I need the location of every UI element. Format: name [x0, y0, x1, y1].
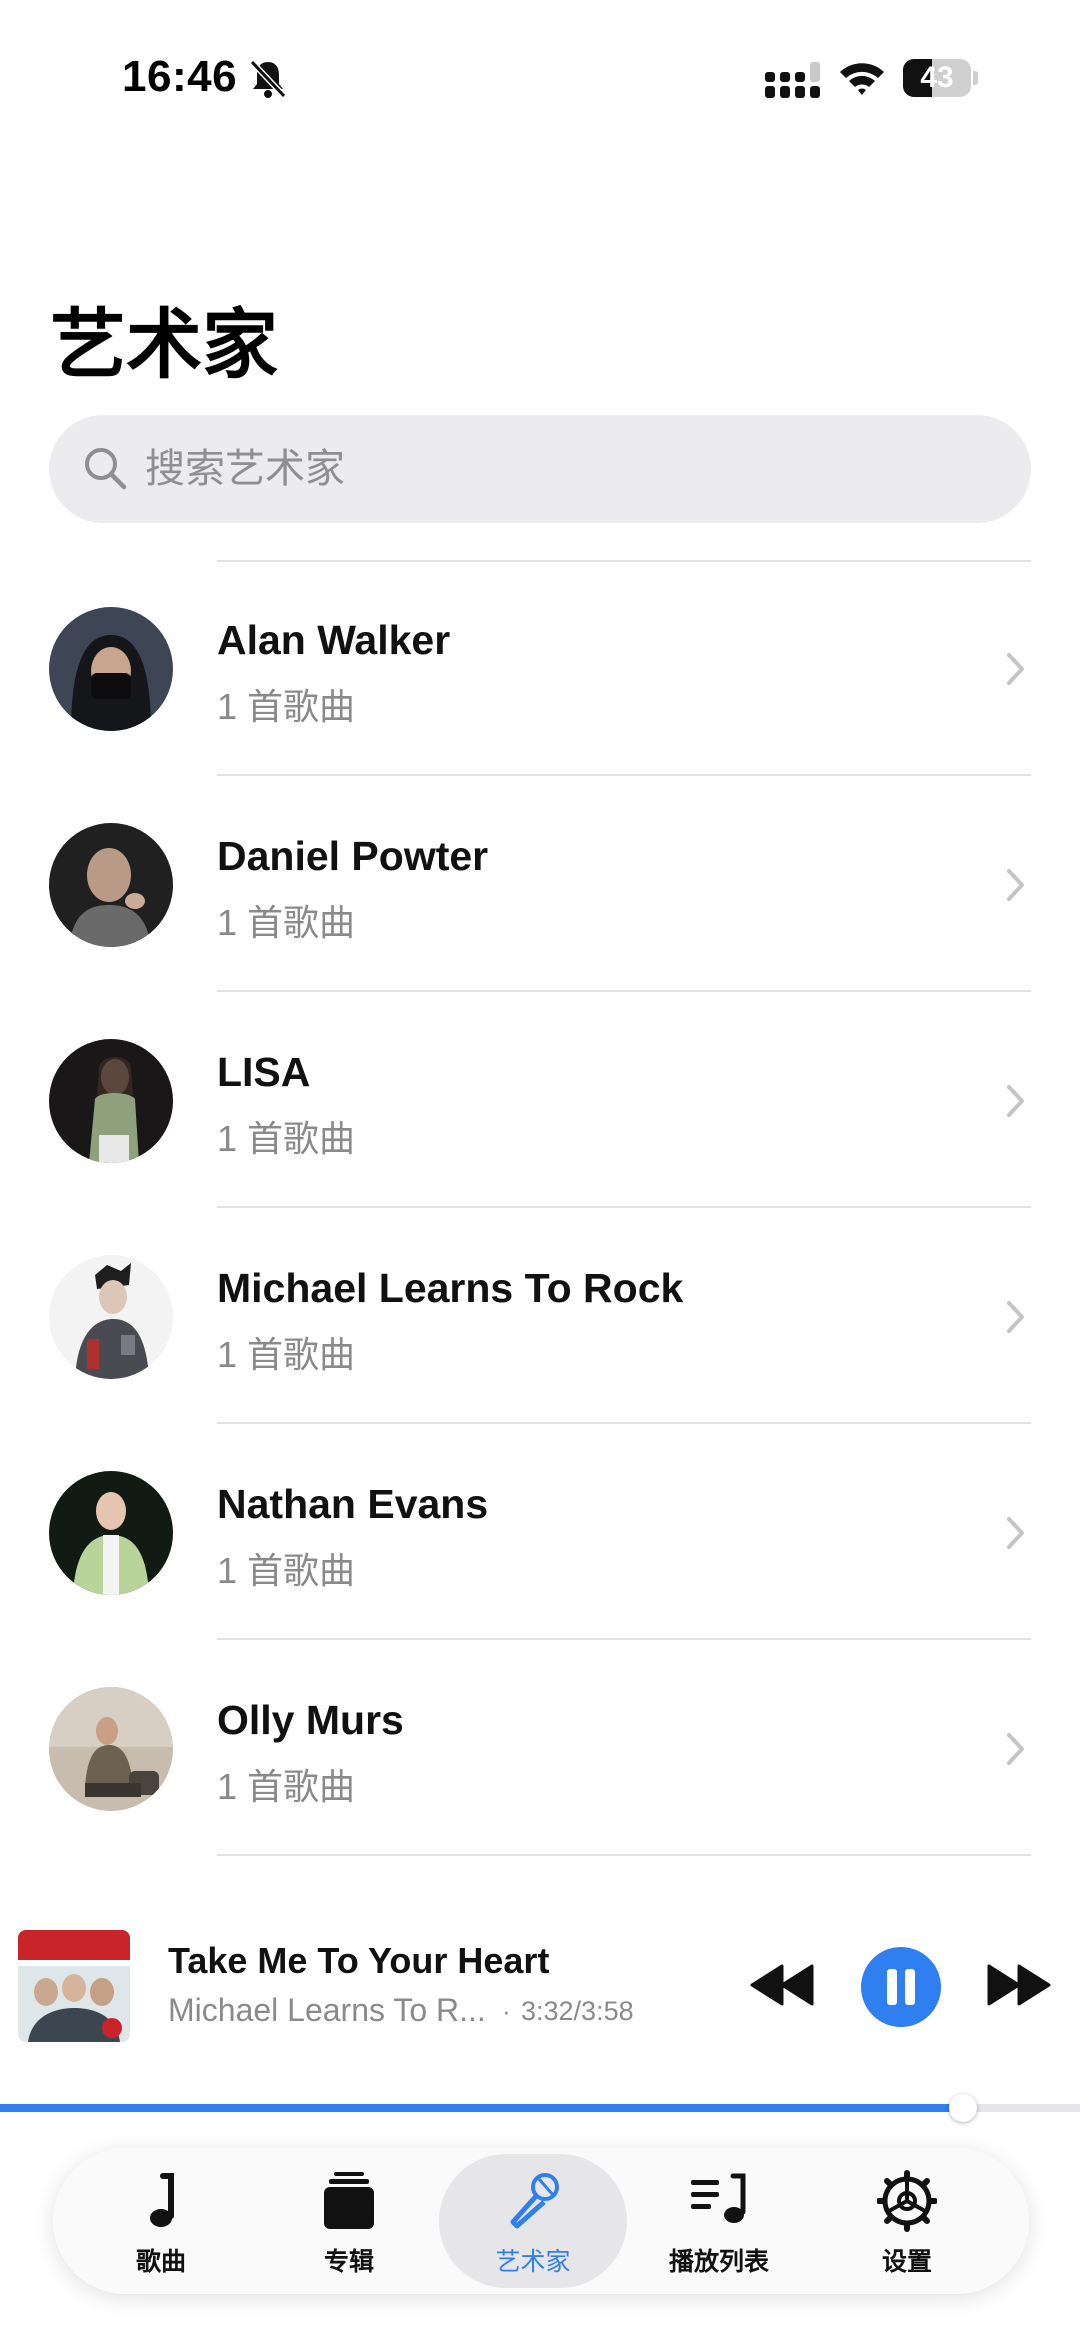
- tab-artists[interactable]: 艺术家: [439, 2154, 627, 2288]
- playlist-icon: [691, 2173, 746, 2223]
- battery-level: 43: [920, 61, 954, 94]
- music-note-icon: [150, 2173, 174, 2227]
- list-divider: [217, 990, 1031, 992]
- artist-row-michael-learns-to-rock[interactable]: Michael Learns To Rock 1 首歌曲: [0, 1210, 1080, 1426]
- tab-settings[interactable]: 设置: [813, 2154, 1001, 2288]
- artist-avatar: [49, 607, 173, 731]
- page-title: 艺术家: [50, 303, 278, 388]
- artist-avatar: [49, 823, 173, 947]
- album-stack-icon: [324, 2172, 374, 2229]
- tab-playlists[interactable]: 播放列表: [625, 2154, 813, 2288]
- tab-label: 专辑: [323, 2248, 374, 2276]
- battery-icon: 43: [903, 59, 978, 97]
- artist-avatar: [49, 1039, 173, 1163]
- tab-bar: 歌曲 专辑 艺术家 播放列表 设置: [53, 2148, 1029, 2294]
- tab-songs[interactable]: 歌曲: [67, 2154, 255, 2288]
- status-time: 16:46: [122, 52, 238, 101]
- chevron-right-icon: [1007, 653, 1024, 685]
- artist-song-count: 1 首歌曲: [217, 1766, 356, 1807]
- tab-label: 设置: [881, 2248, 932, 2276]
- bell-slash-icon: [249, 59, 287, 99]
- artist-song-count: 1 首歌曲: [217, 686, 356, 727]
- list-divider: [217, 1638, 1031, 1640]
- artist-name: Alan Walker: [217, 617, 451, 663]
- forward-button[interactable]: [985, 1960, 1053, 2010]
- rewind-button[interactable]: [748, 1960, 816, 2010]
- pause-icon: [887, 1969, 915, 2005]
- list-divider: [217, 1854, 1031, 1856]
- microphone-icon: [510, 2173, 559, 2229]
- artist-avatar: [49, 1255, 173, 1379]
- tab-label: 歌曲: [135, 2248, 186, 2276]
- mini-player[interactable]: Take Me To Your Heart Michael Learns To …: [0, 1912, 1080, 2112]
- album-art[interactable]: [18, 1930, 130, 2042]
- search-bar[interactable]: [49, 415, 1031, 523]
- song-title: Take Me To Your Heart: [168, 1940, 550, 1981]
- chevron-right-icon: [1007, 869, 1024, 901]
- wifi-icon: [840, 63, 884, 95]
- search-input[interactable]: [145, 415, 945, 523]
- artist-name: LISA: [217, 1049, 311, 1095]
- list-divider: [217, 1206, 1031, 1208]
- artist-name: Nathan Evans: [217, 1481, 489, 1527]
- chevron-right-icon: [1007, 1301, 1024, 1333]
- gear-icon: [877, 2170, 937, 2232]
- pause-button[interactable]: [861, 1947, 941, 2027]
- artist-row-lisa[interactable]: LISA 1 首歌曲: [0, 994, 1080, 1210]
- artist-song-count: 1 首歌曲: [217, 1550, 356, 1591]
- tab-label: 艺术家: [495, 2248, 571, 2276]
- chevron-right-icon: [1007, 1733, 1024, 1765]
- artist-row-nathan-evans[interactable]: Nathan Evans 1 首歌曲: [0, 1426, 1080, 1642]
- artist-avatar: [49, 1687, 173, 1811]
- song-time: 3:32/3:58: [521, 1996, 634, 2026]
- artist-name: Daniel Powter: [217, 833, 489, 879]
- artist-song-count: 1 首歌曲: [217, 902, 356, 943]
- artist-row-alan-walker[interactable]: Alan Walker 1 首歌曲: [0, 562, 1080, 778]
- artist-row-olly-murs[interactable]: Olly Murs 1 首歌曲: [0, 1642, 1080, 1858]
- artist-name: Michael Learns To Rock: [217, 1265, 684, 1311]
- artist-song-count: 1 首歌曲: [217, 1334, 356, 1375]
- progress-thumb[interactable]: [949, 2094, 978, 2122]
- progress-fill: [0, 2104, 964, 2112]
- search-icon: [85, 448, 127, 490]
- artist-avatar: [49, 1471, 173, 1595]
- signal-icon: [765, 62, 820, 98]
- status-bar: 16:46 43: [0, 0, 1080, 150]
- tab-label: 播放列表: [668, 2248, 769, 2276]
- tab-albums[interactable]: 专辑: [255, 2154, 443, 2288]
- chevron-right-icon: [1007, 1085, 1024, 1117]
- song-artist: Michael Learns To R...: [168, 1992, 486, 2028]
- list-divider: [217, 1422, 1031, 1424]
- chevron-right-icon: [1007, 1517, 1024, 1549]
- separator-dot: ·: [502, 1996, 511, 2026]
- list-divider: [217, 774, 1031, 776]
- artist-song-count: 1 首歌曲: [217, 1118, 356, 1159]
- artist-name: Olly Murs: [217, 1697, 404, 1743]
- artist-row-daniel-powter[interactable]: Daniel Powter 1 首歌曲: [0, 778, 1080, 994]
- playback-progress-bar[interactable]: [0, 2094, 1080, 2122]
